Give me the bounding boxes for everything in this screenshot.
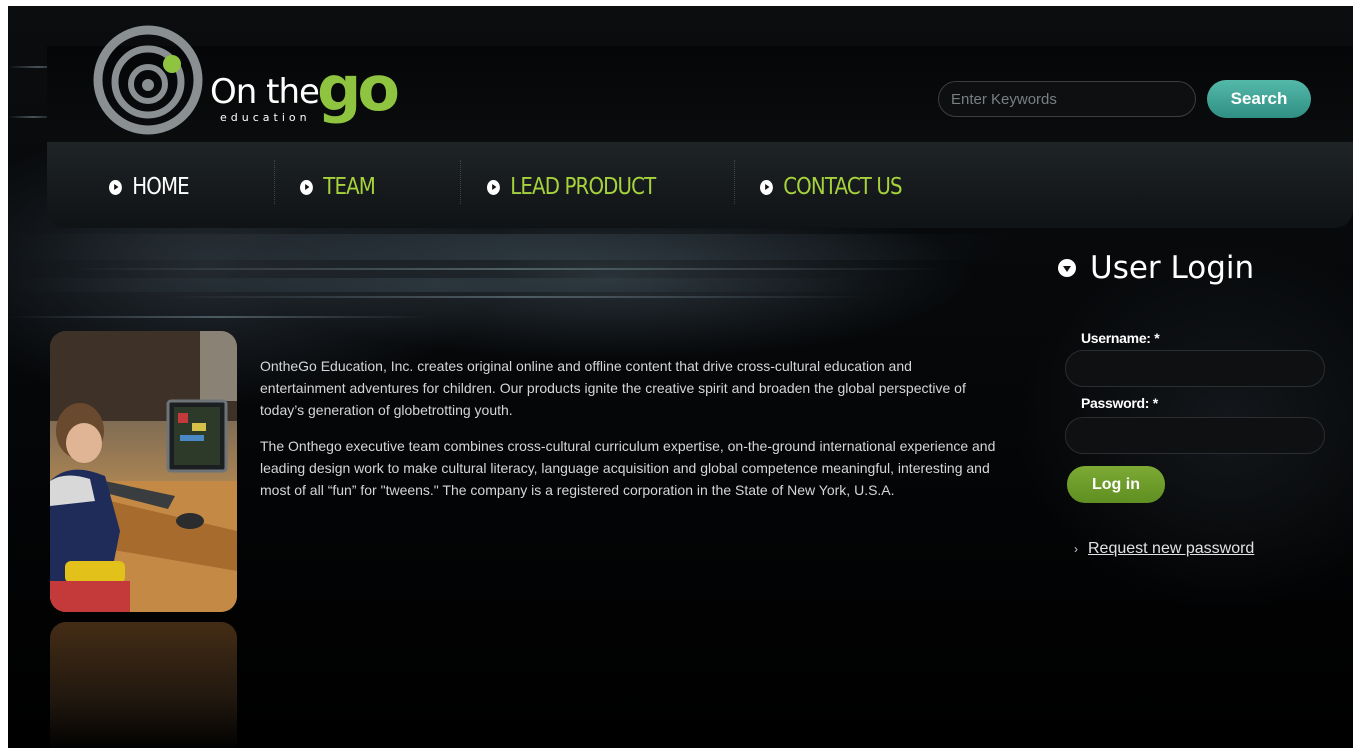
- play-bullet-icon: [109, 179, 122, 195]
- password-label: Password: *: [1081, 395, 1158, 411]
- site-logo[interactable]: On the education go: [93, 20, 400, 140]
- nav-item-label: TEAM: [323, 174, 376, 200]
- play-bullet-icon: [300, 179, 313, 195]
- background-band: [8, 234, 1008, 260]
- nav-item-label: CONTACT US: [783, 174, 902, 200]
- chevron-right-icon: ›: [1074, 542, 1078, 556]
- play-bullet-icon: [760, 179, 773, 195]
- page: On the education go Search HOME TEAM LEA…: [8, 6, 1353, 748]
- photo-illustration: [50, 331, 237, 612]
- photo-reflection: [50, 622, 237, 748]
- child-at-computer-photo: [50, 331, 237, 612]
- nav-divider: [460, 160, 462, 204]
- chevron-down-bullet-icon: [1058, 259, 1076, 277]
- nav-item-label: HOME: [132, 174, 189, 200]
- background-streak: [68, 268, 948, 270]
- intro-text: OntheGo Education, Inc. creates original…: [260, 355, 1000, 515]
- background-band: [8, 278, 868, 292]
- play-bullet-icon: [487, 179, 500, 195]
- intro-paragraph: The Onthego executive team combines cros…: [260, 438, 996, 498]
- main-navigation: HOME TEAM LEAD PRODUCT CONTACT US: [47, 142, 1353, 228]
- username-field[interactable]: [1065, 350, 1325, 387]
- request-password-item: › Request new password: [1074, 540, 1254, 558]
- login-title: User Login: [1058, 250, 1254, 286]
- username-label: Username: *: [1081, 330, 1160, 346]
- background-streak: [168, 296, 868, 298]
- nav-divider: [274, 160, 276, 204]
- nav-item-home[interactable]: HOME: [109, 172, 190, 202]
- password-field[interactable]: [1065, 417, 1325, 454]
- nav-item-team[interactable]: TEAM: [300, 172, 376, 202]
- background-streak: [8, 316, 428, 318]
- nav-item-lead-product[interactable]: LEAD PRODUCT: [487, 172, 656, 202]
- logo-go-text: go: [317, 52, 400, 125]
- logo-subtext: education: [220, 111, 311, 124]
- nav-item-label: LEAD PRODUCT: [510, 174, 656, 200]
- intro-paragraph: OntheGo Education, Inc. creates original…: [260, 358, 966, 418]
- search-button[interactable]: Search: [1207, 80, 1311, 118]
- nav-item-contact-us[interactable]: CONTACT US: [760, 172, 903, 202]
- logo-text: On the: [210, 72, 320, 112]
- login-title-label: User Login: [1090, 250, 1255, 286]
- nav-divider: [734, 160, 736, 204]
- target-logo-icon: [93, 25, 203, 135]
- search-input[interactable]: [938, 81, 1196, 117]
- request-password-link[interactable]: Request new password: [1088, 540, 1254, 558]
- login-button[interactable]: Log in: [1067, 466, 1165, 503]
